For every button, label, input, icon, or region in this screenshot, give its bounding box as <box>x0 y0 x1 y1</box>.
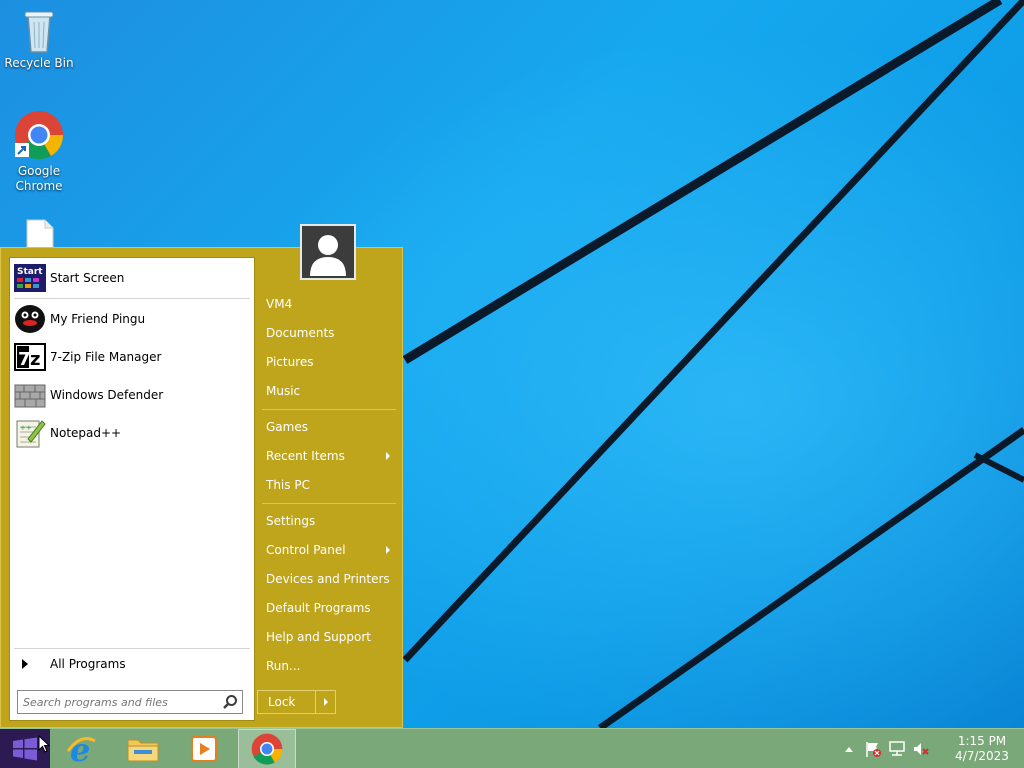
search-box[interactable] <box>17 690 243 714</box>
start-item-default-programs[interactable]: Default Programs <box>258 595 398 621</box>
start-item-label: Documents <box>266 326 335 340</box>
start-item-label: Pictures <box>266 355 314 369</box>
program-start-screen[interactable]: Start Start Screen <box>14 260 250 296</box>
program-label: My Friend Pingu <box>50 312 146 326</box>
start-item-pictures[interactable]: Pictures <box>258 349 398 375</box>
start-item-label: Control Panel <box>266 543 346 557</box>
chrome-icon <box>251 733 283 765</box>
recycle-bin-icon <box>24 11 54 53</box>
separator <box>14 648 250 649</box>
program-label: Start Screen <box>50 271 125 285</box>
chrome-icon <box>15 111 64 160</box>
start-item-label: Games <box>266 420 308 434</box>
taskbar-google-chrome[interactable] <box>238 729 296 768</box>
start-item-music[interactable]: Music <box>258 378 398 404</box>
chevron-up-icon <box>845 747 853 752</box>
start-item-label: Help and Support <box>266 630 371 644</box>
start-item-help-and-support[interactable]: Help and Support <box>258 624 398 650</box>
start-item-label: Run... <box>266 659 301 673</box>
pingu-icon <box>14 303 46 335</box>
mouse-cursor-icon <box>38 735 50 753</box>
svg-text:++: ++ <box>20 424 32 432</box>
7zip-icon: 7 z <box>14 341 46 373</box>
arrow-right-icon <box>323 698 328 706</box>
program-label: Windows Defender <box>50 388 164 402</box>
search-icon[interactable] <box>221 693 239 711</box>
desktop-icon-label: Google Chrome <box>15 164 63 193</box>
program-my-friend-pingu[interactable]: My Friend Pingu <box>14 301 250 337</box>
start-button[interactable] <box>0 729 50 768</box>
submenu-arrow-icon <box>386 452 390 460</box>
user-account-picture[interactable] <box>300 224 356 280</box>
internet-explorer-icon: e <box>66 733 96 765</box>
taskbar-internet-explorer[interactable]: e <box>52 729 110 768</box>
svg-text:Start: Start <box>17 267 43 277</box>
lock-button[interactable]: Lock <box>257 690 336 714</box>
start-item-label: Settings <box>266 514 316 528</box>
taskbar-media-player[interactable] <box>175 729 233 768</box>
separator <box>14 298 250 299</box>
program-label: Notepad++ <box>50 426 122 440</box>
user-icon <box>310 235 346 276</box>
separator <box>262 409 396 410</box>
file-icon <box>26 219 54 248</box>
lock-label: Lock <box>268 695 296 709</box>
start-item-label: Devices and Printers <box>266 572 390 586</box>
program-label: 7-Zip File Manager <box>50 350 162 364</box>
start-item-devices-and-printers[interactable]: Devices and Printers <box>258 566 398 592</box>
start-item-label: VM4 <box>266 297 293 311</box>
separator <box>262 503 396 504</box>
start-screen-icon: Start <box>14 262 46 294</box>
start-item-label: Music <box>266 384 301 398</box>
volume-muted-icon[interactable] <box>912 740 930 758</box>
start-item-recent-items[interactable]: Recent Items <box>258 443 398 469</box>
clock-time: 1:15 PM <box>957 734 1007 748</box>
start-item-this-pc[interactable]: This PC <box>258 472 398 498</box>
media-player-icon <box>191 736 217 762</box>
programs-pane: Start Start Screen My Friend Pingu 7 z 7… <box>9 257 255 721</box>
start-item-control-panel[interactable]: Control Panel <box>258 537 398 563</box>
taskbar: e 1:15 PM 4/7/2023 <box>0 728 1024 768</box>
clock-date: 4/7/2023 <box>955 749 1009 763</box>
start-item-run[interactable]: Run... <box>258 653 398 679</box>
action-center-icon[interactable] <box>864 740 882 758</box>
show-hidden-icons-button[interactable] <box>840 740 858 758</box>
program-7zip-file-manager[interactable]: 7 z 7-Zip File Manager <box>14 339 250 375</box>
all-programs-button[interactable]: All Programs <box>14 652 250 676</box>
taskbar-file-explorer[interactable] <box>114 729 172 768</box>
svg-text:z: z <box>30 349 40 370</box>
start-item-label: Default Programs <box>266 601 371 615</box>
windows-defender-icon <box>14 379 46 411</box>
svg-text:7: 7 <box>18 349 31 370</box>
start-item-documents[interactable]: Documents <box>258 320 398 346</box>
submenu-arrow-icon <box>386 546 390 554</box>
desktop-icon-google-chrome[interactable]: Google Chrome <box>1 110 77 194</box>
all-programs-label: All Programs <box>50 657 126 671</box>
program-notepad-plus-plus[interactable]: ++ Notepad++ <box>14 415 250 451</box>
notepad-plus-plus-icon: ++ <box>14 417 46 449</box>
program-windows-defender[interactable]: Windows Defender <box>14 377 250 413</box>
network-icon[interactable] <box>888 740 906 758</box>
taskbar-clock[interactable]: 1:15 PM 4/7/2023 <box>940 734 1024 764</box>
lock-options-button[interactable] <box>315 691 335 713</box>
desktop-icon-file[interactable] <box>1 218 77 250</box>
start-item-label: Recent Items <box>266 449 345 463</box>
start-item-vm4[interactable]: VM4 <box>258 291 398 317</box>
start-item-label: This PC <box>266 478 310 492</box>
search-input[interactable] <box>18 692 221 712</box>
desktop-icon-label: Recycle Bin <box>4 56 74 70</box>
start-item-games[interactable]: Games <box>258 414 398 440</box>
start-item-settings[interactable]: Settings <box>258 508 398 534</box>
windows-logo-icon <box>13 737 37 761</box>
arrow-right-icon <box>22 659 28 669</box>
system-tray: 1:15 PM 4/7/2023 <box>834 729 1024 768</box>
desktop-icon-recycle-bin[interactable]: Recycle Bin <box>1 8 77 71</box>
file-explorer-icon <box>127 739 159 762</box>
